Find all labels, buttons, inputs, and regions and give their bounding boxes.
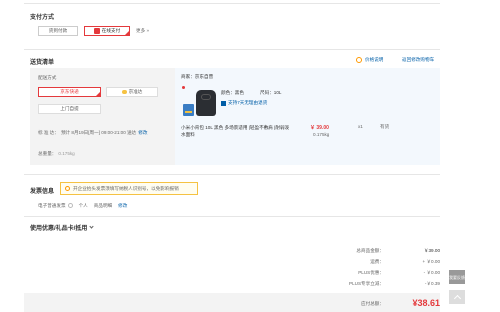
pay-more-link[interactable]: 更多 » — [136, 28, 149, 34]
thumb-stripe — [185, 111, 192, 113]
info-icon — [356, 57, 362, 63]
ship-method-pickup[interactable]: 上门自提 — [38, 104, 101, 114]
ship-method-jd-express-label: 京东快递 — [60, 89, 79, 94]
back-to-cart-link[interactable]: 返回修改购物车 — [402, 57, 434, 63]
divider — [24, 174, 440, 175]
top-divider — [24, 0, 440, 4]
ship-time-row: 标 准 达： 预计 8月19日[周一] 09:00-21:00 送达 修改 — [38, 130, 147, 136]
coupon-toggle[interactable]: 使用优惠/礼品卡/抵用 — [30, 223, 94, 232]
divider — [24, 49, 440, 50]
help-icon[interactable] — [67, 203, 73, 208]
product-color-row: 颜色：黑色 — [221, 90, 244, 96]
chevron-up-icon — [453, 294, 461, 303]
price-note-label: 价格说明 — [365, 57, 384, 62]
invoice-content: 商品明细 — [93, 203, 113, 208]
status-dot — [182, 86, 185, 89]
product-qty: x1 — [358, 124, 363, 129]
ship-time-edit-link[interactable]: 修改 — [138, 130, 147, 136]
jzd-icon — [121, 90, 127, 94]
payment-title: 支付方式 — [30, 15, 55, 21]
selected-check-icon — [95, 91, 101, 97]
payable-bar: 应付总额： ¥38.61 — [24, 293, 440, 312]
summary-label-shipping: 运费： — [370, 259, 384, 264]
weight-value: 0.175kg — [58, 151, 75, 156]
summary-value-plus: - ￥0.00 — [423, 270, 440, 275]
back-to-top-button[interactable] — [449, 290, 465, 304]
invoice-row: 电子普通发票 个人 商品明细 修改 — [38, 203, 127, 209]
summary-block: 总商品金额： ￥39.00 运费： + ￥0.00 PLUS优惠： - ￥0.0… — [0, 238, 500, 292]
product-price: ￥ 39.00 — [310, 125, 329, 131]
service-icon — [221, 100, 226, 106]
seller-value: 京东自营 — [194, 74, 214, 79]
service-row: 支持7天无理由退货 — [221, 100, 267, 106]
selected-check-icon — [124, 30, 130, 36]
summary-label-subtotal: 总商品金额： — [356, 248, 384, 253]
weight-label: 总重量： — [38, 151, 57, 156]
service-label: 支持7天无理由退货 — [228, 100, 268, 105]
weight-row: 总重量： 0.175kg — [38, 151, 75, 157]
online-pay-icon — [93, 28, 100, 34]
backpack-pocket — [201, 94, 211, 100]
summary-value-subtotal: ￥39.00 — [423, 248, 440, 253]
seller-row: 商家：京东自营 — [181, 74, 213, 80]
product-image[interactable] — [196, 90, 216, 116]
ship-time-value: 预计 8月19日[周一] 09:00-21:00 送达 — [60, 130, 137, 135]
ship-method-jzd-label: 京准达 — [128, 89, 143, 94]
product-panel — [175, 68, 440, 165]
coupon-title: 使用优惠/礼品卡/抵用 — [30, 226, 88, 232]
ship-time-label: 标 准 达： — [38, 130, 59, 135]
summary-value-shipping: + ￥0.00 — [422, 259, 441, 264]
color-label: 颜色： — [221, 90, 235, 95]
delivery-title: 送货清单 — [30, 60, 55, 66]
invoice-type: 电子普通发票 — [38, 203, 66, 208]
info-icon — [65, 186, 70, 191]
pay-option-online-label: 在线支付 — [101, 28, 121, 33]
pay-option-cod[interactable]: 货到付款 — [38, 26, 78, 36]
product-stock: 有货 — [380, 124, 390, 129]
pay-option-online[interactable]: 在线支付 — [84, 26, 130, 36]
ship-method-label: 配送方式 — [38, 75, 57, 80]
product-weight: 0.175kg — [313, 132, 330, 137]
ship-method-jzd[interactable]: 京准达 — [106, 87, 158, 97]
seller-label: 商家： — [181, 74, 195, 79]
summary-label-plus: PLUS优惠： — [358, 270, 384, 275]
invoice-notice: 开企业抬头发票须填写纳税人识别号，以免影响报销 — [60, 182, 198, 195]
size-value: 10L — [273, 90, 282, 95]
product-name[interactable]: 小米小背包 10L 黑色 多场景适用 |轻盈不敷肩 |耐弱泼水面料 — [181, 124, 293, 138]
ship-method-jd-express[interactable]: 京东快递 — [38, 87, 101, 97]
summary-label-plus-discount: PLUS专享立减： — [349, 281, 384, 286]
size-label: 尺码： — [260, 90, 274, 95]
chevron-down-icon — [89, 224, 94, 229]
divider — [24, 216, 440, 217]
invoice-notice-text: 开企业抬头发票须填写纳税人识别号，以免影响报销 — [73, 185, 179, 191]
feedback-button[interactable]: 我要反馈 — [449, 270, 465, 284]
invoice-person: 个人 — [78, 203, 88, 208]
invoice-edit-link[interactable]: 修改 — [118, 203, 127, 209]
product-thumb[interactable] — [183, 104, 194, 116]
product-size-row: 尺码：10L — [260, 90, 281, 96]
invoice-title: 发票信息 — [30, 189, 55, 195]
color-value: 黑色 — [234, 90, 244, 95]
summary-value-plus-discount: -￥0.39 — [424, 281, 440, 286]
payable-value: ¥38.61 — [412, 298, 440, 308]
price-note-link[interactable]: 价格说明 — [356, 57, 383, 63]
payable-label: 应付总额： — [361, 301, 384, 306]
